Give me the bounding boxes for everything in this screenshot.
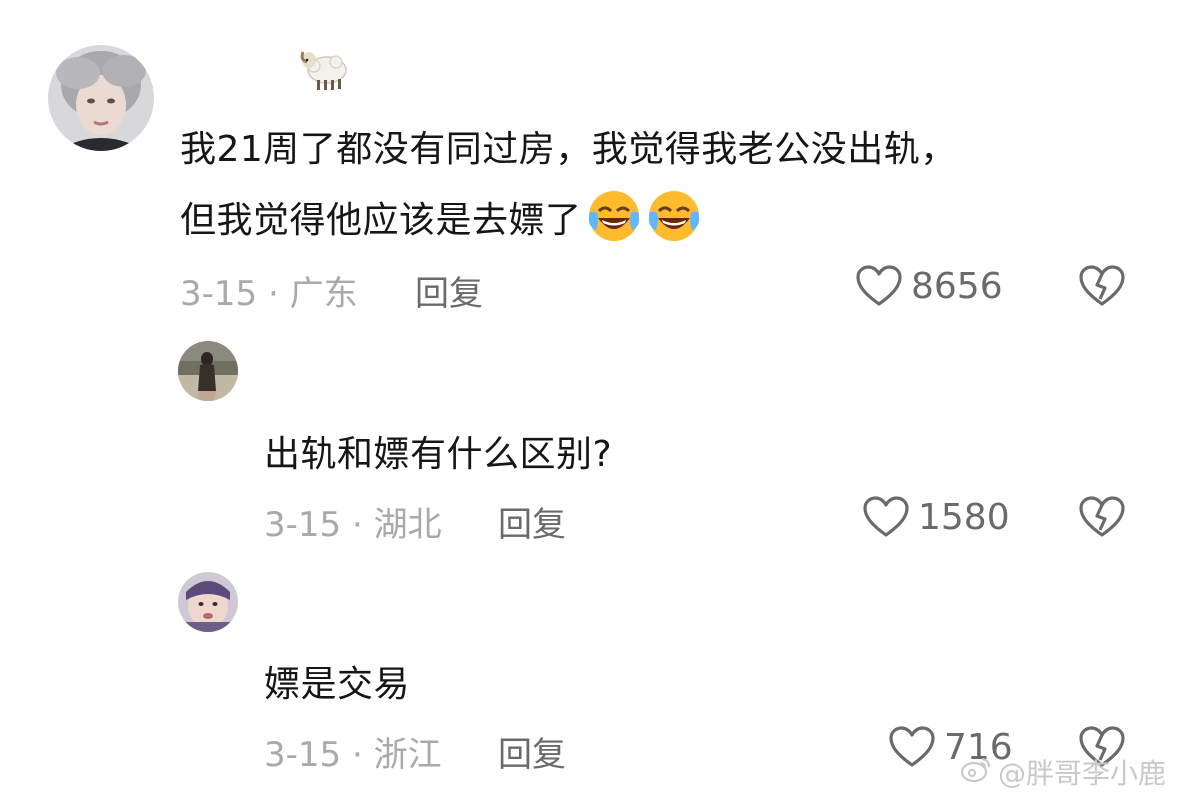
avatar[interactable] <box>48 45 154 151</box>
like-button[interactable]: 8656 <box>855 264 1003 308</box>
sheep-emoji-icon <box>298 42 350 94</box>
weibo-icon <box>960 755 992 790</box>
broken-heart-icon[interactable] <box>1078 264 1126 308</box>
face-with-tears-of-joy-icon <box>646 188 702 244</box>
watermark-text: @胖哥李小鹿 <box>998 757 1167 790</box>
avatar[interactable] <box>178 341 238 401</box>
reply-date-location: 3-15 · 湖北 <box>264 505 442 545</box>
reply-text: 出轨和嫖有什么区别? <box>264 434 613 475</box>
reply-button[interactable]: 回复 <box>415 266 483 315</box>
broken-heart-icon[interactable] <box>1078 495 1126 539</box>
comment-text: 我21周了都没有同过房，我觉得我老公没出轨， <box>180 129 957 170</box>
reply-button[interactable]: 回复 <box>498 497 566 546</box>
heart-icon <box>888 725 936 769</box>
comment-thread: 我21周了都没有同过房，我觉得我老公没出轨， 但我觉得他应该是去嫖了 3-15 … <box>0 0 1178 798</box>
heart-icon <box>862 495 910 539</box>
reply-date-location: 3-15 · 浙江 <box>264 735 442 775</box>
reply-button[interactable]: 回复 <box>498 727 566 776</box>
avatar[interactable] <box>178 572 238 632</box>
heart-icon <box>855 264 903 308</box>
reply-text: 嫖是交易 <box>264 664 411 705</box>
watermark: @胖哥李小鹿 <box>960 752 1166 792</box>
face-with-tears-of-joy-icon <box>586 188 642 244</box>
like-count: 1580 <box>918 496 1010 538</box>
comment-date-location: 3-15 · 广东 <box>180 274 358 314</box>
comment-text: 但我觉得他应该是去嫖了 <box>180 188 702 244</box>
like-count: 8656 <box>911 265 1003 307</box>
like-button[interactable]: 1580 <box>862 495 1010 539</box>
